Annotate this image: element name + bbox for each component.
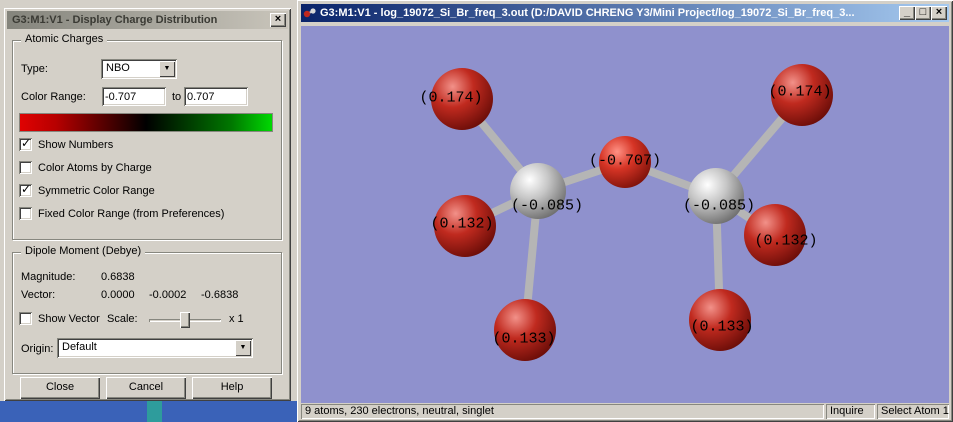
status-summary: 9 atoms, 230 electrons, neutral, singlet (301, 404, 824, 419)
vector-y-value: -0.0002 (149, 289, 187, 301)
dialog-titlebar[interactable]: G3:M1:V1 - Display Charge Distribution × (7, 11, 288, 29)
status-selection: Select Atom 1 (877, 404, 949, 419)
minimize-icon: _ (903, 6, 911, 18)
scale-suffix: x 1 (229, 313, 244, 325)
molecule-svg[interactable]: (0.174) (0.174) (-0.085) (-0.085) (-0.707) (0… (301, 26, 949, 403)
chevron-down-icon[interactable]: ▼ (159, 61, 175, 77)
show-numbers-label: Show Numbers (38, 138, 114, 151)
viewer-titlebar[interactable]: G3:M1:V1 - log_19072_Si_Br_freq_3.out (D… (301, 4, 949, 22)
show-numbers-row[interactable]: Show Numbers (19, 137, 113, 152)
origin-combobox[interactable]: Default ▼ (57, 338, 253, 358)
show-vector-row[interactable]: Show Vector (19, 311, 100, 326)
vector-z-value: -0.6838 (201, 289, 239, 301)
status-mode: Inquire (826, 404, 875, 419)
atomic-charges-legend: Atomic Charges (21, 33, 108, 45)
color-range-min-input[interactable] (102, 87, 166, 106)
show-vector-checkbox[interactable] (19, 312, 32, 325)
molecule-icon (303, 6, 317, 20)
color-range-max-input[interactable] (184, 87, 248, 106)
color-atoms-by-charge-label: Color Atoms by Charge (38, 161, 152, 174)
molecule-viewer-window: G3:M1:V1 - log_19072_Si_Br_freq_3.out (D… (297, 0, 953, 422)
dipole-moment-legend: Dipole Moment (Debye) (21, 245, 146, 257)
symmetric-color-range-checkbox[interactable] (19, 183, 32, 197)
charge-label: (-0.085) (511, 198, 583, 215)
magnitude-label: Magnitude: (21, 271, 76, 283)
show-numbers-checkbox[interactable] (19, 137, 32, 151)
vector-x-value: 0.0000 (101, 289, 135, 301)
show-vector-label: Show Vector (38, 312, 100, 325)
type-combobox[interactable]: NBO ▼ (101, 59, 177, 79)
viewer-title: G3:M1:V1 - log_19072_Si_Br_freq_3.out (D… (320, 7, 855, 19)
taskbar-accent (147, 401, 162, 422)
close-button[interactable]: Close (20, 377, 100, 399)
fixed-color-range-checkbox[interactable] (19, 207, 32, 220)
type-label: Type: (21, 63, 48, 75)
charge-label: (-0.707) (589, 153, 661, 170)
charge-label: (0.174) (768, 84, 831, 101)
color-range-to-label: to (172, 91, 182, 103)
maximize-icon: □ (919, 6, 927, 18)
scale-label: Scale: (107, 313, 138, 325)
slider-thumb[interactable] (180, 312, 190, 328)
symmetric-color-range-row[interactable]: Symmetric Color Range (19, 183, 155, 198)
fixed-color-range-row[interactable]: Fixed Color Range (from Preferences) (19, 206, 224, 221)
charge-distribution-dialog: G3:M1:V1 - Display Charge Distribution ×… (4, 8, 291, 401)
viewer-statusbar: 9 atoms, 230 electrons, neutral, singlet… (301, 404, 949, 419)
close-icon: × (274, 13, 282, 25)
color-atoms-by-charge-row[interactable]: Color Atoms by Charge (19, 160, 152, 175)
charge-label: (0.133) (492, 331, 555, 348)
type-value: NBO (106, 62, 130, 74)
fixed-color-range-label: Fixed Color Range (from Preferences) (38, 207, 225, 220)
charge-label: (-0.085) (683, 198, 755, 215)
viewer-close-button[interactable]: × (931, 6, 947, 20)
close-icon: × (935, 6, 943, 18)
maximize-button[interactable]: □ (915, 6, 931, 20)
origin-label: Origin: (21, 343, 54, 355)
charge-label: (0.133) (690, 319, 753, 336)
atomic-charges-group: Atomic Charges Type: NBO ▼ Color Range: … (12, 33, 282, 240)
scale-slider[interactable] (149, 311, 221, 329)
cancel-button[interactable]: Cancel (106, 377, 186, 399)
charge-label: (0.174) (419, 90, 482, 107)
help-button[interactable]: Help (192, 377, 272, 399)
dipole-moment-group: Dipole Moment (Debye) Magnitude: 0.6838 … (12, 245, 282, 374)
origin-value: Default (62, 341, 97, 353)
chevron-down-icon[interactable]: ▼ (235, 340, 251, 356)
atom-si[interactable] (688, 168, 744, 224)
color-gradient-bar (19, 113, 273, 132)
symmetric-color-range-label: Symmetric Color Range (38, 184, 155, 197)
vector-label: Vector: (21, 289, 56, 301)
charge-label: (0.132) (430, 216, 493, 233)
dialog-close-button[interactable]: × (270, 13, 286, 27)
molecule-canvas[interactable]: (0.174) (0.174) (-0.085) (-0.085) (-0.707) (0… (301, 26, 949, 403)
color-range-label: Color Range: (21, 91, 86, 103)
charge-label: (0.132) (754, 233, 817, 250)
minimize-button[interactable]: _ (899, 6, 915, 20)
color-atoms-by-charge-checkbox[interactable] (19, 161, 32, 174)
magnitude-value: 0.6838 (101, 271, 135, 283)
dialog-title: G3:M1:V1 - Display Charge Distribution (12, 14, 218, 26)
